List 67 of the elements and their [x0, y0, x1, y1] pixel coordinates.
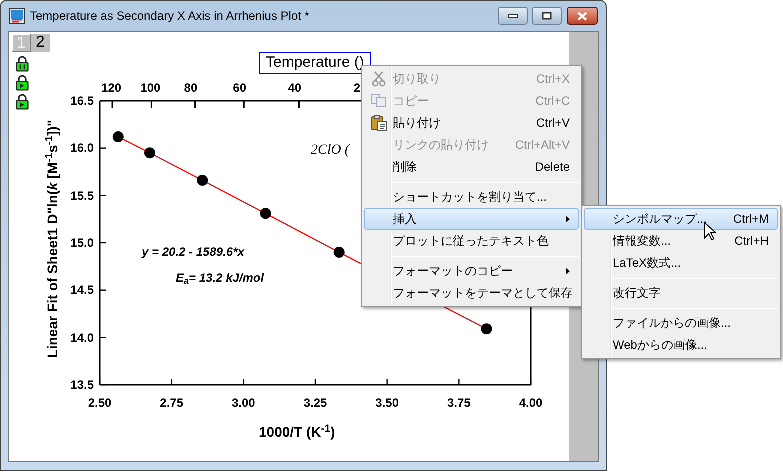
tick-label: 60	[233, 81, 246, 95]
scissors-icon	[372, 71, 386, 87]
padlock-icon[interactable]	[16, 56, 29, 72]
minimize-button[interactable]	[498, 7, 528, 25]
tick-label: 4.00	[518, 396, 544, 410]
menu-item[interactable]: LaTeX数式...	[584, 252, 778, 274]
mouse-pointer-icon	[704, 222, 717, 242]
tick-label: 16.5	[70, 94, 94, 108]
data-point	[144, 148, 156, 159]
tick-label: 120	[102, 81, 122, 95]
reaction-label: 2ClO (	[311, 142, 350, 160]
menu-item[interactable]: フォーマットをテーマとして保存	[364, 282, 579, 304]
close-icon	[577, 12, 588, 20]
shortcut-label: Ctrl+Alt+V	[515, 137, 570, 154]
submenu-arrow-icon	[566, 216, 570, 222]
tick-label: 15.0	[70, 236, 94, 250]
close-button[interactable]	[567, 7, 598, 25]
page-tab[interactable]: 2	[31, 34, 50, 52]
graph-window-icon	[9, 8, 25, 24]
minimize-icon	[508, 14, 518, 18]
data-point	[481, 324, 492, 335]
tick-label: 3.50	[374, 396, 400, 410]
menu-item[interactable]: 削除 Delete	[364, 156, 579, 178]
equation-text: E$_{a}$= 13.2 kJ/mol	[176, 270, 264, 287]
menu-item[interactable]: プロットに従ったテキスト色	[364, 230, 579, 252]
window-title: Temperature as Secondary X Axis in Arrhenius Plot *	[30, 8, 310, 25]
menu-item[interactable]: 貼り付け Ctrl+V	[364, 112, 579, 134]
equation-text: y = 20.2 - 1589.6*x	[142, 244, 244, 261]
tick-label: 3.25	[302, 396, 328, 410]
data-point	[112, 131, 124, 142]
shortcut-label: Ctrl+C	[536, 93, 570, 110]
clipboard-icon	[370, 114, 388, 132]
tick-label: 13.5	[70, 378, 94, 392]
menu-item[interactable]: ファイルからの画像...	[584, 312, 778, 334]
padlock-icon[interactable]	[16, 75, 29, 91]
data-point	[334, 246, 345, 258]
tick-label: 40	[288, 81, 302, 95]
shortcut-label: Ctrl+V	[536, 115, 570, 132]
menu-item[interactable]: 挿入	[364, 208, 579, 230]
tick-label: 2	[354, 81, 360, 95]
menu-item[interactable]: ショートカットを割り当て...	[364, 186, 579, 208]
tick-label: 2.50	[87, 396, 113, 410]
tick-label: 3.75	[446, 396, 472, 410]
tick-label: 2.75	[159, 396, 184, 410]
padlock-icon[interactable]	[16, 94, 29, 110]
tick-label: 14.0	[70, 330, 94, 345]
x-axis-title: 1000/T (K$^{-1}$)	[259, 422, 336, 442]
menu-item[interactable]: 改行文字	[584, 282, 778, 304]
shortcut-label: Ctrl+M	[733, 211, 769, 228]
submenu-arrow-icon	[566, 268, 570, 274]
menu-item[interactable]: Webからの画像...	[584, 334, 778, 356]
tick-label: 100	[140, 81, 161, 95]
copy-icon	[371, 94, 387, 108]
tick-label: 80	[184, 81, 198, 95]
data-point	[197, 175, 208, 186]
shortcut-label: Ctrl+H	[734, 233, 769, 250]
menu-item[interactable]: フォーマットのコピー	[364, 260, 579, 282]
tick-label: 16.0	[70, 141, 94, 156]
menu-item[interactable]: 情報変数... Ctrl+H	[584, 230, 778, 252]
maximize-icon	[542, 12, 552, 20]
tick-label: 14.5	[70, 283, 94, 298]
shortcut-label: Ctrl+X	[536, 71, 570, 88]
data-point	[260, 208, 272, 220]
maximize-button[interactable]	[532, 7, 562, 25]
tick-label: 3.00	[230, 396, 256, 410]
shortcut-label: Delete	[535, 159, 570, 176]
tick-label: 15.5	[70, 188, 94, 203]
